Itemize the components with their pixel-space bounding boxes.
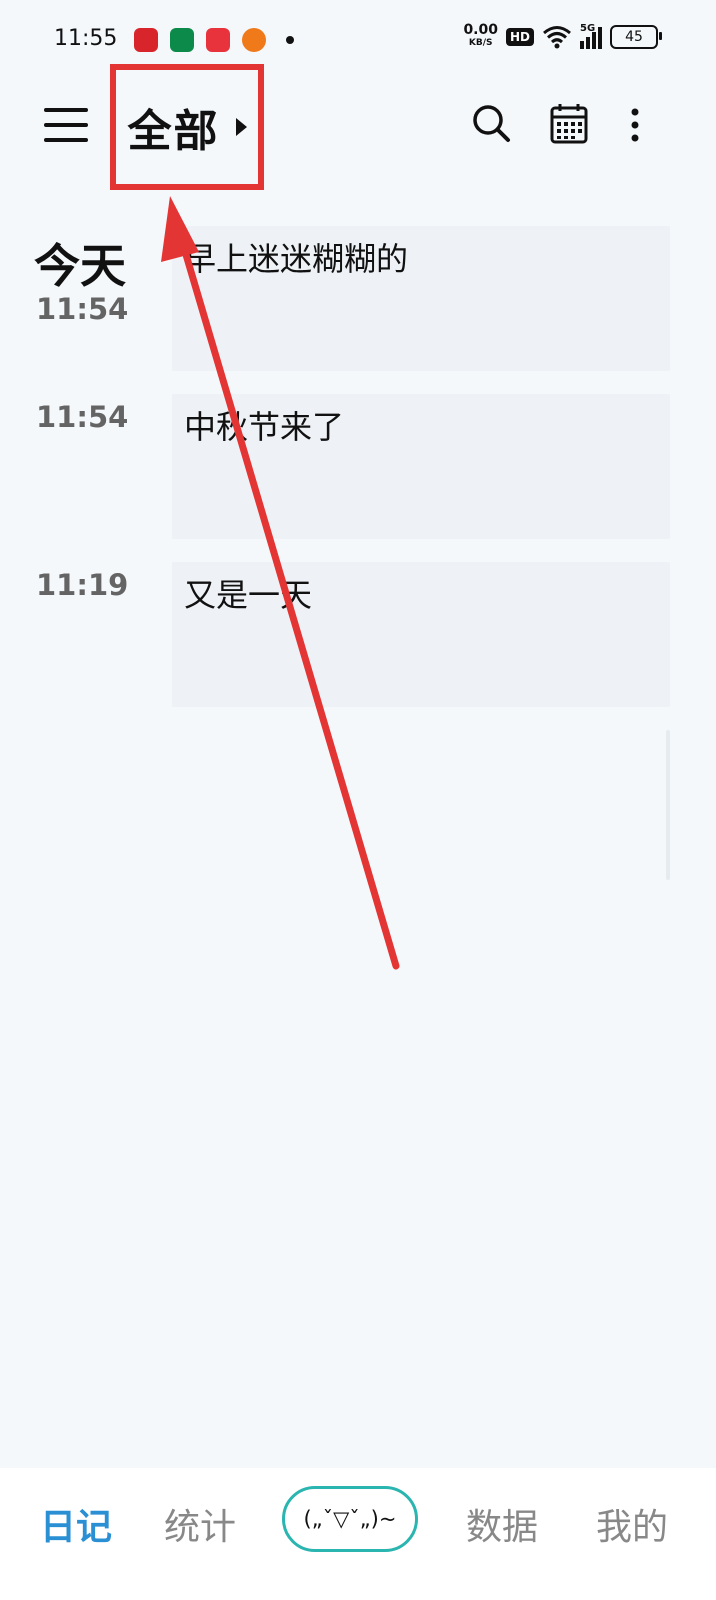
category-selector[interactable]: 全部 <box>110 64 264 190</box>
diary-entry-card[interactable]: 早上迷迷糊糊的 <box>172 226 670 371</box>
app-notification-icon <box>134 28 158 52</box>
net-speed-unit: KB/S <box>468 38 493 48</box>
oppo-app-icon <box>170 28 194 52</box>
caret-right-icon <box>235 118 247 136</box>
top-app-bar: 全部 <box>0 64 716 190</box>
search-button[interactable] <box>468 100 518 150</box>
entry-text: 早上迷迷糊糊的 <box>184 240 409 278</box>
entry-time: 11:54 <box>36 292 129 326</box>
calendar-icon <box>550 104 588 144</box>
search-icon <box>473 105 510 142</box>
scrollbar[interactable] <box>666 730 670 880</box>
signal-icon: 5G <box>580 23 602 49</box>
diary-entry-card[interactable]: 中秋节来了 <box>172 394 670 539</box>
network-type: 5G <box>580 23 596 34</box>
battery-level: 45 <box>625 29 643 45</box>
app-notification-icon <box>206 28 230 52</box>
diary-entry-card[interactable]: 又是一天 <box>172 562 670 707</box>
mood-add-button[interactable]: („ˇ▽ˇ„)~ <box>282 1486 418 1552</box>
status-bar: 11:55 0.00 KB/S HD 5G 45 <box>0 0 716 80</box>
tab-stats[interactable]: 统计 <box>164 1498 236 1550</box>
hd-badge: HD <box>505 28 534 46</box>
more-vert-icon <box>631 108 639 142</box>
entry-text: 又是一天 <box>184 576 313 614</box>
mood-emoticon: („ˇ▽ˇ„)~ <box>303 1507 397 1531</box>
calendar-button[interactable] <box>546 100 596 150</box>
app-notification-icon <box>242 28 266 52</box>
tab-mine[interactable]: 我的 <box>596 1498 668 1550</box>
category-label: 全部 <box>127 106 220 157</box>
more-notifications-dot <box>286 36 294 44</box>
entry-time: 11:19 <box>36 568 129 602</box>
menu-icon[interactable] <box>44 108 88 142</box>
status-indicators: 0.00 KB/S HD 5G 45 <box>463 22 662 50</box>
date-header: 今天 <box>34 239 126 293</box>
notification-icons <box>134 28 294 52</box>
tab-data[interactable]: 数据 <box>466 1498 538 1550</box>
more-options-button[interactable] <box>618 100 668 150</box>
status-time: 11:55 <box>54 26 118 51</box>
tab-diary[interactable]: 日记 <box>40 1498 112 1550</box>
entry-time: 11:54 <box>36 400 129 434</box>
wifi-icon <box>543 26 571 49</box>
bottom-navigation: 日记 统计 („ˇ▽ˇ„)~ 数据 我的 <box>0 1468 716 1600</box>
battery-icon: 45 <box>610 25 662 49</box>
entry-text: 中秋节来了 <box>184 408 345 446</box>
net-speed: 0.00 KB/S <box>463 22 498 50</box>
net-speed-value: 0.00 <box>463 22 498 38</box>
